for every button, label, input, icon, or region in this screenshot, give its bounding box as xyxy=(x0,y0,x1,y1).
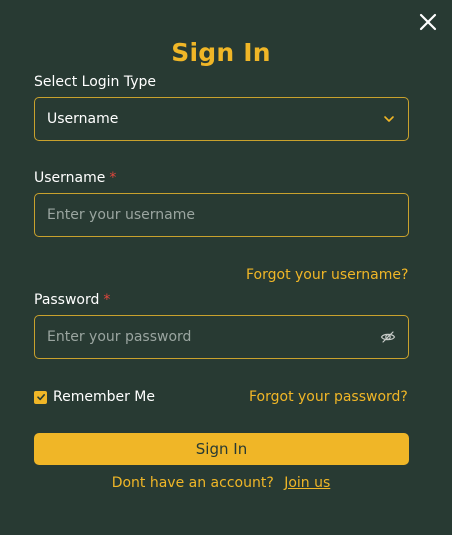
signup-prompt: Dont have an account? Join us xyxy=(0,475,442,491)
password-label: Password * xyxy=(34,292,110,308)
password-label-text: Password xyxy=(34,292,100,308)
forgot-password-link[interactable]: Forgot your password? xyxy=(249,389,408,405)
login-type-selected: Username xyxy=(47,111,119,127)
join-us-link[interactable]: Join us xyxy=(284,475,330,491)
eye-off-icon[interactable] xyxy=(380,329,396,345)
close-button[interactable] xyxy=(418,12,438,32)
required-marker: * xyxy=(109,170,117,186)
chevron-down-icon xyxy=(384,116,394,122)
password-field-wrapper xyxy=(34,315,409,359)
sign-in-modal: Sign In Select Login Type Username Usern… xyxy=(0,0,452,535)
remember-me[interactable]: Remember Me xyxy=(34,389,155,405)
forgot-username-link[interactable]: Forgot your username? xyxy=(246,267,408,283)
login-type-select[interactable]: Username xyxy=(34,97,409,141)
remember-label: Remember Me xyxy=(53,389,155,405)
username-label-text: Username xyxy=(34,170,106,186)
sign-in-button[interactable]: Sign In xyxy=(34,433,409,465)
password-input[interactable] xyxy=(47,329,380,345)
login-type-label: Select Login Type xyxy=(34,74,157,90)
check-icon xyxy=(36,394,45,401)
username-input[interactable] xyxy=(47,207,396,223)
close-icon xyxy=(419,13,437,31)
username-field-wrapper xyxy=(34,193,409,237)
modal-title: Sign In xyxy=(171,38,271,67)
username-label: Username * xyxy=(34,170,116,186)
signup-prompt-text: Dont have an account? xyxy=(111,475,274,491)
remember-checkbox[interactable] xyxy=(34,390,47,404)
required-marker: * xyxy=(103,292,111,308)
